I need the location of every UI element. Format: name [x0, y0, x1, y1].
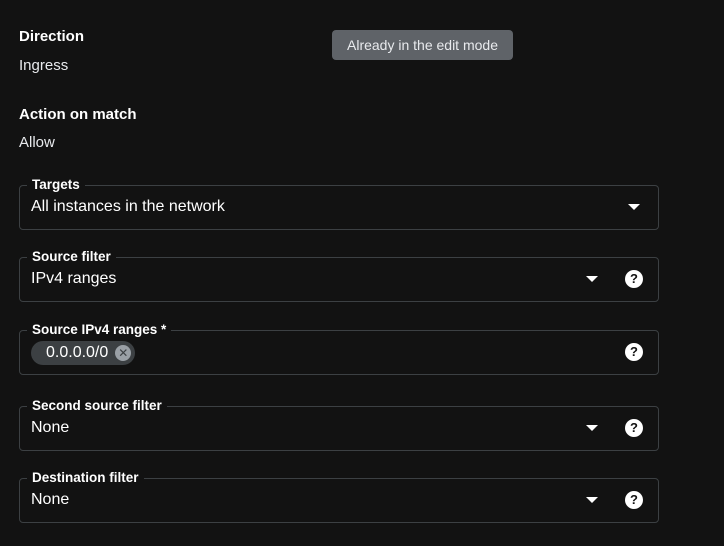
help-icon[interactable]: ?: [625, 270, 643, 288]
targets-label: Targets: [27, 176, 85, 194]
direction-value: Ingress: [19, 57, 69, 74]
ip-range-chip-label: 0.0.0.0/0: [46, 344, 109, 361]
dropdown-arrow-icon[interactable]: [586, 425, 598, 431]
help-icon[interactable]: ?: [625, 343, 643, 361]
dropdown-arrow-icon[interactable]: [586, 276, 598, 282]
source-ipv4-ranges-input[interactable]: Source IPv4 ranges * 0.0.0.0/0 ✕ ?: [19, 321, 659, 375]
source-filter-select[interactable]: Source filter IPv4 ranges ?: [19, 248, 659, 302]
help-icon[interactable]: ?: [625, 419, 643, 437]
destination-filter-select[interactable]: Destination filter None ?: [19, 469, 659, 523]
second-source-filter-label: Second source filter: [27, 397, 167, 415]
ip-range-chip: 0.0.0.0/0 ✕: [31, 341, 136, 365]
targets-value: All instances in the network: [31, 198, 225, 215]
help-icon[interactable]: ?: [625, 491, 643, 509]
second-source-filter-value: None: [31, 419, 70, 436]
action-label: Action on match: [19, 106, 137, 123]
destination-filter-value: None: [31, 491, 70, 508]
direction-label: Direction: [19, 28, 85, 45]
dropdown-arrow-icon[interactable]: [628, 204, 640, 210]
dropdown-arrow-icon[interactable]: [586, 497, 598, 503]
remove-chip-icon[interactable]: ✕: [115, 345, 132, 361]
second-source-filter-select[interactable]: Second source filter None ?: [19, 397, 659, 451]
edit-mode-tooltip: Already in the edit mode: [332, 30, 513, 60]
action-value: Allow: [19, 134, 55, 151]
source-filter-label: Source filter: [27, 248, 116, 266]
source-ipv4-ranges-label: Source IPv4 ranges *: [27, 321, 172, 339]
destination-filter-label: Destination filter: [27, 469, 144, 487]
firewall-rule-form: Direction Ingress Already in the edit mo…: [0, 0, 724, 546]
source-filter-value: IPv4 ranges: [31, 270, 117, 287]
targets-select[interactable]: Targets All instances in the network: [19, 176, 659, 230]
